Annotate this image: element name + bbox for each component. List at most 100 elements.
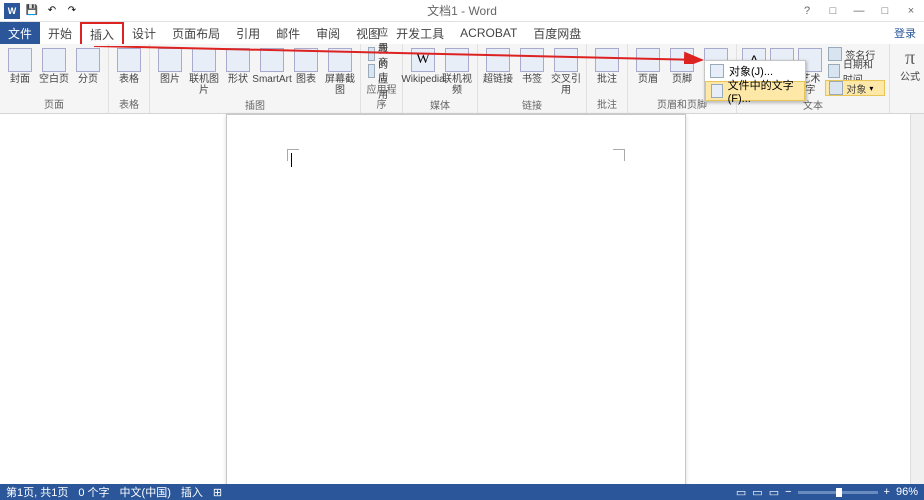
comment-icon — [595, 48, 619, 72]
view-print-icon[interactable]: ▭ — [752, 486, 762, 499]
wikipedia-button[interactable]: WWikipedia — [407, 46, 439, 85]
online-picture-button[interactable]: 联机图片 — [188, 46, 220, 96]
group-symbols: π公式 Ω符号 编号 符号 — [890, 44, 924, 113]
footer-button[interactable]: 页脚 — [666, 46, 698, 85]
group-apps: 应用商店 我的应用 应用程序 — [361, 44, 403, 113]
hyperlink-button[interactable]: 超链接 — [482, 46, 514, 85]
group-pages: 封面 空白页 分页 页面 — [0, 44, 109, 113]
view-read-icon[interactable]: ▭ — [736, 486, 746, 499]
window-title: 文档1 - Word — [427, 2, 497, 19]
tab-baidu[interactable]: 百度网盘 — [525, 22, 589, 44]
tab-review[interactable]: 审阅 — [308, 22, 348, 44]
ribbon-options-icon[interactable]: □ — [824, 3, 842, 19]
tab-developer[interactable]: 开发工具 — [388, 22, 452, 44]
textfile-icon — [711, 84, 723, 98]
chart-button[interactable]: 图表 — [290, 46, 322, 85]
text-cursor — [291, 153, 292, 167]
cross-reference-icon — [554, 48, 578, 72]
tab-insert[interactable]: 插入 — [80, 22, 124, 44]
myapps-icon — [368, 64, 375, 78]
login-link[interactable]: 登录 — [886, 22, 924, 44]
status-extra-icon[interactable]: ⊞ — [213, 486, 222, 499]
object-item-icon — [710, 64, 724, 78]
screenshot-icon — [328, 48, 352, 72]
ribbon-tabs: 文件 开始 插入 设计 页面布局 引用 邮件 审阅 视图 开发工具 ACROBA… — [0, 22, 924, 44]
vertical-scrollbar[interactable] — [910, 114, 924, 484]
online-picture-icon — [192, 48, 216, 72]
close-button[interactable]: × — [902, 3, 920, 19]
comment-button[interactable]: 批注 — [591, 46, 623, 85]
zoom-slider[interactable] — [798, 491, 878, 494]
group-illustrations: 图片 联机图片 形状 SmartArt 图表 屏幕截图 插图 — [150, 44, 361, 113]
baidu-paw-icon — [864, 402, 904, 438]
group-links: 超链接 书签 交叉引用 链接 — [478, 44, 587, 113]
picture-icon — [158, 48, 182, 72]
undo-icon[interactable]: ↶ — [44, 3, 60, 19]
zoom-out-button[interactable]: − — [785, 486, 791, 498]
status-language[interactable]: 中文(中国) — [120, 484, 171, 500]
minimize-button[interactable]: — — [850, 3, 868, 19]
margin-corner-tr — [613, 149, 625, 161]
help-icon[interactable]: ? — [798, 3, 816, 19]
screenshot-button[interactable]: 屏幕截图 — [324, 46, 356, 96]
tab-home[interactable]: 开始 — [40, 22, 80, 44]
footer-icon — [670, 48, 694, 72]
date-time-button[interactable]: 日期和时间 — [825, 63, 885, 79]
smartart-button[interactable]: SmartArt — [256, 46, 288, 85]
table-button[interactable]: 表格 — [113, 46, 145, 85]
shapes-button[interactable]: 形状 — [222, 46, 254, 85]
tab-layout[interactable]: 页面布局 — [164, 22, 228, 44]
chart-icon — [294, 48, 318, 72]
picture-button[interactable]: 图片 — [154, 46, 186, 85]
table-icon — [117, 48, 141, 72]
window-controls: ? □ — □ × — [798, 3, 920, 19]
datetime-icon — [828, 64, 839, 78]
view-web-icon[interactable]: ▭ — [769, 486, 779, 499]
bookmark-button[interactable]: 书签 — [516, 46, 548, 85]
header-button[interactable]: 页眉 — [632, 46, 664, 85]
blank-page-icon — [42, 48, 66, 72]
word-icon: W — [4, 3, 20, 19]
titlebar: W 💾 ↶ ↷ 文档1 - Word ? □ — □ × — [0, 0, 924, 22]
smartart-icon — [260, 48, 284, 72]
cross-reference-button[interactable]: 交叉引用 — [550, 46, 582, 96]
tab-acrobat[interactable]: ACROBAT — [452, 22, 525, 44]
zoom-level[interactable]: 96% — [896, 486, 918, 498]
online-video-button[interactable]: 联机视频 — [441, 46, 473, 96]
tab-file[interactable]: 文件 — [0, 22, 40, 44]
tab-references[interactable]: 引用 — [228, 22, 268, 44]
chevron-down-icon: ▾ — [869, 84, 873, 93]
bookmark-icon — [520, 48, 544, 72]
group-media: WWikipedia 联机视频 媒体 — [403, 44, 478, 113]
tab-design[interactable]: 设计 — [124, 22, 164, 44]
quick-access-toolbar: W 💾 ↶ ↷ — [0, 3, 80, 19]
statusbar: 第1页, 共1页 0 个字 中文(中国) 插入 ⊞ ▭ ▭ ▭ − + 96% — [0, 484, 924, 500]
object-button[interactable]: 对象▾ — [825, 80, 885, 96]
status-mode[interactable]: 插入 — [181, 484, 203, 500]
signature-icon — [828, 47, 842, 61]
shapes-icon — [226, 48, 250, 72]
object-dropdown: 对象(J)... 文件中的文字(F)... — [704, 60, 806, 102]
maximize-button[interactable]: □ — [876, 3, 894, 19]
group-tables: 表格 表格 — [109, 44, 150, 113]
page-break-button[interactable]: 分页 — [72, 46, 104, 85]
redo-icon[interactable]: ↷ — [64, 3, 80, 19]
dropdown-text-from-file[interactable]: 文件中的文字(F)... — [705, 81, 805, 101]
equation-button[interactable]: π公式 — [894, 46, 924, 83]
myapps-button[interactable]: 我的应用 — [365, 63, 398, 79]
wikipedia-icon: W — [411, 48, 435, 72]
tab-mailings[interactable]: 邮件 — [268, 22, 308, 44]
save-icon[interactable]: 💾 — [24, 3, 40, 19]
status-page[interactable]: 第1页, 共1页 — [6, 484, 68, 500]
zoom-thumb[interactable] — [836, 488, 842, 497]
status-words[interactable]: 0 个字 — [78, 484, 109, 500]
group-comments: 批注 批注 — [587, 44, 628, 113]
zoom-in-button[interactable]: + — [884, 486, 890, 498]
cover-page-button[interactable]: 封面 — [4, 46, 36, 85]
video-icon — [445, 48, 469, 72]
document-page[interactable] — [226, 114, 686, 494]
margin-corner-tl — [287, 149, 299, 161]
cover-page-icon — [8, 48, 32, 72]
blank-page-button[interactable]: 空白页 — [38, 46, 70, 85]
document-area — [0, 114, 924, 484]
